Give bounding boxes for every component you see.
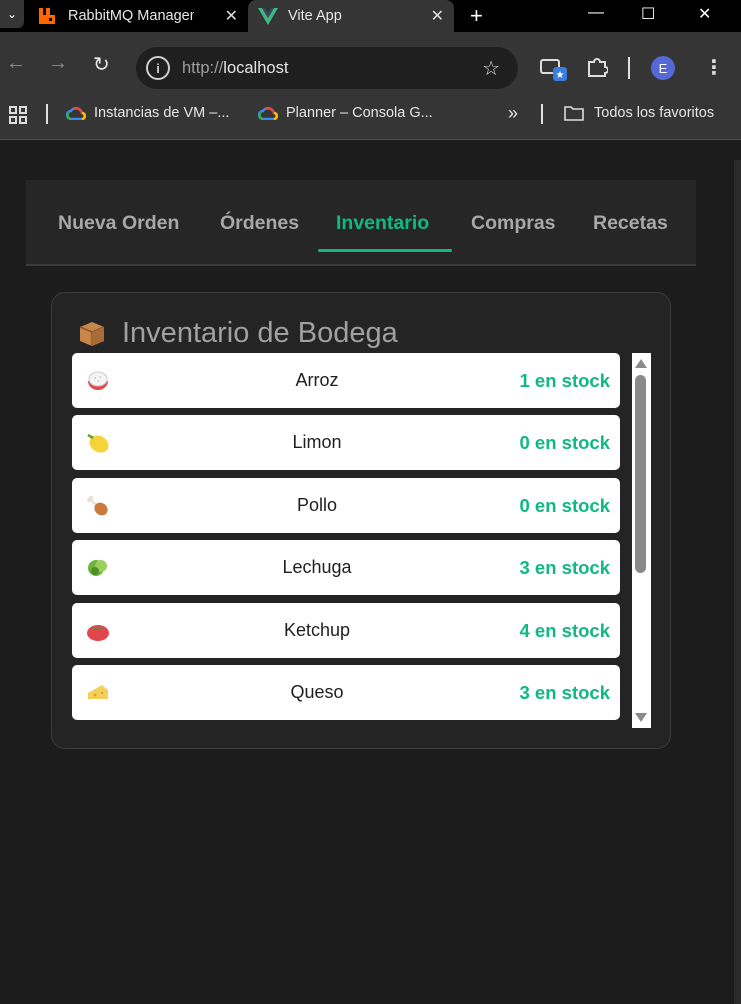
reload-icon[interactable]: ↻	[93, 52, 110, 77]
scroll-down-arrow-icon[interactable]	[635, 713, 647, 722]
inventory-header: Inventario de Bodega	[78, 317, 398, 350]
browser-tab-rabbitmq[interactable]: RabbitMQ Management ✕	[38, 0, 248, 32]
close-window-icon[interactable]: ✕	[698, 4, 711, 24]
item-name: Limon	[292, 432, 342, 452]
item-stock: 1 en stock	[519, 370, 611, 391]
bookmarks-overflow-chevron-icon[interactable]: »	[508, 103, 518, 124]
item-stock: 3 en stock	[519, 557, 611, 578]
google-cloud-icon	[66, 106, 86, 120]
tab-recetas[interactable]: Recetas	[593, 212, 668, 235]
inventory-item[interactable]: Ketchup 4 en stock	[72, 603, 620, 658]
bookmark-instancias-vm[interactable]: Instancias de VM –...	[66, 105, 229, 121]
svg-text:★: ★	[556, 70, 565, 81]
tab-inventario[interactable]: Inventario	[336, 212, 429, 235]
package-icon	[79, 321, 105, 346]
inventory-card: Inventario de Bodega Arroz 1 en stock Li…	[51, 292, 671, 749]
tab-search-button[interactable]: ⌄	[0, 0, 24, 28]
item-name: Queso	[290, 682, 344, 702]
inventory-item[interactable]: Limon 0 en stock	[72, 415, 620, 470]
item-name: Arroz	[295, 370, 339, 390]
site-info-icon[interactable]: i	[146, 56, 170, 80]
bookmarks-bar: Instancias de VM –... Planner – Consola …	[0, 90, 741, 140]
rabbitmq-favicon-icon	[39, 8, 55, 24]
bookmarks-separator	[46, 104, 48, 124]
cast-screen-icon[interactable]: ★	[540, 58, 568, 82]
maximize-window-icon[interactable]: ☐	[641, 4, 655, 24]
inventory-title: Inventario de Bodega	[122, 317, 398, 349]
close-tab-icon[interactable]: ✕	[431, 6, 444, 26]
bookmark-label: Instancias de VM –...	[94, 105, 230, 121]
profile-avatar[interactable]: E	[651, 56, 675, 80]
item-name: Lechuga	[282, 557, 352, 577]
vue-favicon-icon	[258, 8, 278, 25]
menu-kebab-icon[interactable]: ⋮	[704, 55, 724, 80]
tab-nueva-orden[interactable]: Nueva Orden	[58, 212, 179, 235]
item-name: Pollo	[296, 495, 338, 515]
url-text[interactable]: http://localhost	[182, 59, 288, 78]
back-arrow-icon[interactable]: ←	[6, 52, 26, 75]
minimize-window-icon[interactable]: —	[588, 4, 604, 22]
inventory-item[interactable]: Queso 3 en stock	[72, 665, 620, 720]
scrollbar-thumb[interactable]	[635, 375, 646, 573]
google-cloud-icon	[258, 106, 278, 120]
address-bar[interactable]: i http://localhost ☆	[136, 47, 518, 89]
browser-tab-vite[interactable]: Vite App ✕	[248, 0, 454, 32]
close-tab-icon[interactable]: ✕	[225, 6, 238, 26]
inventory-item[interactable]: Pollo 0 en stock	[72, 478, 620, 533]
browser-toolbar: ← → ↻ i http://localhost ☆ ★ E ⋮	[0, 32, 741, 90]
tab-compras[interactable]: Compras	[471, 212, 556, 235]
item-stock: 0 en stock	[519, 432, 611, 453]
browser-tab-strip: ⌄ RabbitMQ Management ✕ Vite App ✕ + — ☐…	[0, 0, 741, 32]
extensions-puzzle-icon[interactable]	[586, 56, 608, 78]
bookmark-planner-consola[interactable]: Planner – Consola G...	[258, 105, 433, 121]
active-tab-indicator	[318, 249, 452, 252]
scroll-up-arrow-icon[interactable]	[635, 359, 647, 368]
item-stock: 4 en stock	[519, 620, 611, 641]
all-bookmarks-label: Todos los favoritos	[594, 105, 715, 121]
item-name: Ketchup	[283, 620, 351, 640]
adjacent-window-edge	[734, 160, 741, 1004]
forward-arrow-icon[interactable]: →	[48, 52, 68, 75]
url-host: localhost	[223, 59, 289, 77]
url-scheme: http://	[182, 59, 224, 77]
apps-grid-icon[interactable]	[9, 106, 27, 124]
folder-icon	[564, 106, 584, 121]
tab-title: Vite App	[288, 8, 342, 24]
item-stock: 0 en stock	[519, 495, 611, 516]
new-tab-plus-icon[interactable]: +	[470, 3, 483, 29]
tab-ordenes[interactable]: Órdenes	[220, 212, 299, 235]
inventory-scrollbar[interactable]	[632, 353, 651, 728]
all-bookmarks-folder[interactable]: Todos los favoritos	[564, 105, 714, 121]
tab-title: RabbitMQ Management	[68, 8, 194, 24]
inventory-item[interactable]: Lechuga 3 en stock	[72, 540, 620, 595]
bookmark-star-icon[interactable]: ☆	[482, 56, 500, 81]
main-nav: Nueva Orden Órdenes Inventario Compras R…	[26, 180, 696, 266]
bookmark-label: Planner – Consola G...	[286, 105, 433, 121]
bookmarks-separator	[541, 104, 543, 124]
toolbar-separator	[628, 57, 630, 79]
item-stock: 3 en stock	[519, 682, 611, 703]
app-page: Nueva Orden Órdenes Inventario Compras R…	[0, 140, 741, 1004]
inventory-item[interactable]: Arroz 1 en stock	[72, 353, 620, 408]
inventory-list[interactable]: Arroz 1 en stock Limon 0 en stock Pollo …	[72, 353, 620, 720]
